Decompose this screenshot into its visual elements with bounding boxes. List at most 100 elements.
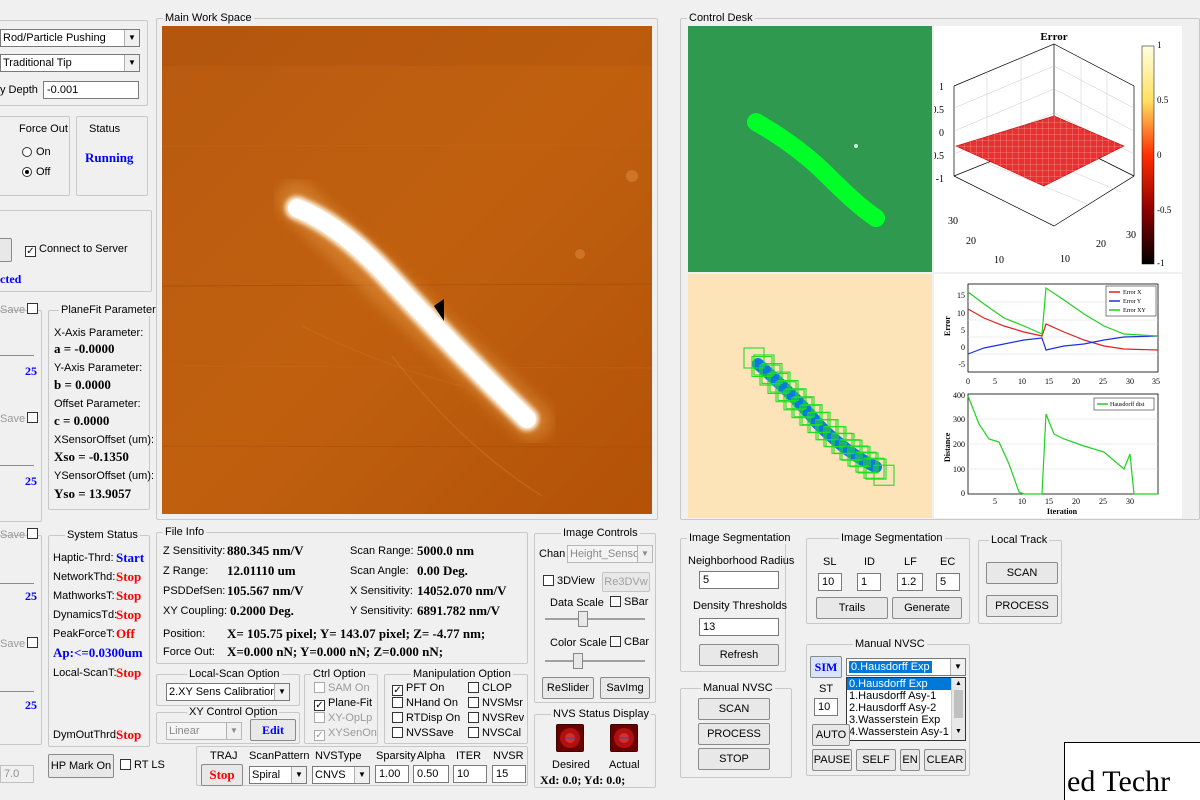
nvsrev-checkbox[interactable]: NVSRev bbox=[468, 712, 524, 725]
error-ytick-5: -5 bbox=[958, 360, 965, 369]
slider-track-4[interactable] bbox=[0, 691, 34, 692]
save-checkbox-1[interactable] bbox=[27, 303, 41, 316]
depth-input[interactable]: -0.001 bbox=[43, 81, 139, 99]
color-scale-slider[interactable] bbox=[545, 660, 645, 662]
save-checkbox-2[interactable] bbox=[27, 412, 41, 425]
tip-combo[interactable]: Traditional Tip ▼ bbox=[0, 54, 140, 72]
clop-checkbox[interactable]: CLOP bbox=[468, 682, 512, 695]
metric-option-0[interactable]: 0.Hausdorff Exp bbox=[847, 678, 951, 690]
alpha-label: Alpha bbox=[417, 750, 446, 762]
mode-combo[interactable]: Rod/Particle Pushing ▼ bbox=[0, 29, 140, 47]
local-track-process-button[interactable]: PROCESS bbox=[986, 595, 1058, 617]
color-scale-label: Color Scale bbox=[550, 637, 607, 649]
en-button[interactable]: EN bbox=[900, 749, 920, 771]
x-axis-label: X-Axis Parameter: bbox=[54, 327, 144, 339]
color-scale-thumb[interactable] bbox=[573, 653, 583, 669]
nvsc-stop-button[interactable]: STOP bbox=[698, 748, 770, 770]
metric-option-2[interactable]: 2.Hausdorff Asy-2 bbox=[847, 702, 965, 714]
distance-xlabel: Iteration bbox=[1047, 507, 1078, 516]
traj-stop-button[interactable]: Stop bbox=[201, 764, 243, 786]
sparsity-input[interactable]: 1.00 bbox=[375, 765, 409, 783]
lf-input[interactable]: 1.2 bbox=[897, 573, 923, 591]
rtdisp-on-checkbox[interactable]: RTDisp On bbox=[392, 712, 460, 725]
dropdown-scrollbar[interactable]: ▲ ▼ bbox=[951, 678, 965, 740]
metric-combo[interactable]: 0.Hausdorff Exp ▼ bbox=[846, 658, 966, 676]
nvsr-input[interactable]: 15 bbox=[492, 765, 526, 783]
rt-ls-label: RT LS bbox=[134, 759, 165, 771]
density-input[interactable]: 13 bbox=[699, 618, 779, 636]
metric-option-1[interactable]: 1.Hausdorff Asy-1 bbox=[847, 690, 965, 702]
generate-button[interactable]: Generate bbox=[892, 597, 962, 619]
iter-input[interactable]: 10 bbox=[453, 765, 487, 783]
local-track-scan-button[interactable]: SCAN bbox=[986, 562, 1058, 584]
force-off-radio[interactable]: Off bbox=[22, 166, 50, 179]
savimg-button[interactable]: SavImg bbox=[600, 677, 650, 699]
ec-input[interactable]: 5 bbox=[936, 573, 960, 591]
metric-option-4[interactable]: 4.Wasserstein Asy-1 bbox=[847, 726, 965, 738]
data-scale-thumb[interactable] bbox=[578, 611, 588, 627]
chan-combo[interactable]: Height_Sensor ▼ bbox=[567, 545, 653, 563]
sim-button[interactable]: SIM bbox=[810, 656, 842, 678]
reslider-button[interactable]: ReSlider bbox=[542, 677, 594, 699]
re3dvw-button[interactable]: Re3DVw bbox=[602, 572, 650, 592]
slider-track-2[interactable] bbox=[0, 465, 34, 466]
nvstype-value: CNVS bbox=[315, 769, 346, 781]
clear-button[interactable]: CLEAR bbox=[924, 749, 966, 771]
save-checkbox-3[interactable] bbox=[27, 528, 41, 541]
data-scale-slider[interactable] bbox=[545, 618, 645, 620]
nvsc-process-button[interactable]: PROCESS bbox=[698, 723, 770, 745]
refresh-button[interactable]: Refresh bbox=[699, 644, 779, 666]
nvscal-checkbox[interactable]: NVSCal bbox=[468, 727, 521, 740]
xy-oplp-checkbox[interactable]: XY-OpLp bbox=[314, 712, 372, 725]
nvssave-checkbox[interactable]: NVSSave bbox=[392, 727, 454, 740]
cbar-checkbox[interactable]: CBar bbox=[610, 636, 649, 649]
error-ytick-3: 5 bbox=[961, 326, 965, 335]
scan-pattern-combo[interactable]: Spiral ▼ bbox=[249, 766, 307, 784]
checkbox-icon bbox=[392, 697, 403, 708]
force-on-radio[interactable]: On bbox=[22, 146, 51, 159]
edit-button[interactable]: Edit bbox=[250, 719, 296, 741]
self-button[interactable]: SELF bbox=[856, 749, 896, 771]
scroll-down-icon[interactable]: ▼ bbox=[952, 726, 965, 738]
distance-ytick-3: 200 bbox=[953, 440, 965, 449]
scroll-up-icon[interactable]: ▲ bbox=[952, 678, 965, 690]
metric-dropdown-list[interactable]: 0.Hausdorff Exp 1.Hausdorff Asy-1 2.Haus… bbox=[846, 677, 966, 741]
logo-box: ed Techr bbox=[1064, 742, 1200, 800]
sl-input[interactable]: 10 bbox=[818, 573, 842, 591]
id-input[interactable]: 1 bbox=[857, 573, 881, 591]
nhand-on-checkbox[interactable]: NHand On bbox=[392, 697, 458, 710]
rt-ls-checkbox[interactable]: RT LS bbox=[120, 759, 165, 772]
3dview-checkbox[interactable]: 3DView bbox=[543, 575, 595, 588]
st-input[interactable]: 10 bbox=[814, 698, 838, 716]
connect-button[interactable] bbox=[0, 238, 12, 262]
alpha-input[interactable]: 0.50 bbox=[413, 765, 449, 783]
xysenon-checkbox[interactable]: ✓ XYSenOn bbox=[314, 727, 377, 741]
pft-on-checkbox[interactable]: ✓ PFT On bbox=[392, 682, 444, 696]
local-track-title: Local Track bbox=[989, 534, 1050, 546]
colorbar-tick-1: 1 bbox=[1157, 40, 1162, 50]
metric-option-3[interactable]: 3.Wasserstein Exp bbox=[847, 714, 965, 726]
nvsmsr-checkbox[interactable]: NVSMsr bbox=[468, 697, 523, 710]
afm-image[interactable] bbox=[162, 26, 652, 514]
connect-server-checkbox[interactable]: ✓ Connect to Server bbox=[25, 243, 128, 257]
hp-mark-button[interactable]: HP Mark On bbox=[48, 754, 114, 778]
xy-control-combo[interactable]: Linear ▼ bbox=[166, 722, 242, 740]
slider-track-1[interactable] bbox=[0, 355, 34, 356]
sbar-checkbox[interactable]: SBar bbox=[610, 596, 648, 609]
trails-button[interactable]: Trails bbox=[816, 597, 888, 619]
pause-button[interactable]: PAUSE bbox=[812, 749, 852, 771]
auto-button[interactable]: AUTO bbox=[812, 724, 850, 746]
save-checkbox-4[interactable] bbox=[27, 637, 41, 650]
neighborhood-input[interactable]: 5 bbox=[699, 571, 779, 589]
nvsc-scan-button[interactable]: SCAN bbox=[698, 698, 770, 720]
sam-on-checkbox[interactable]: SAM On bbox=[314, 682, 370, 695]
local-scan-combo[interactable]: 2.XY Sens Calibration ▼ bbox=[166, 683, 290, 701]
nvstype-combo[interactable]: CNVS ▼ bbox=[312, 766, 370, 784]
plane-fit-checkbox[interactable]: ✓ Plane-Fit bbox=[314, 697, 372, 711]
a-value: a = -0.0000 bbox=[54, 341, 115, 356]
distance-xtick-1: 5 bbox=[993, 497, 997, 506]
slider-track-3[interactable] bbox=[0, 583, 34, 584]
bottom-value-input[interactable]: 7.0 bbox=[0, 765, 34, 783]
st-label: ST bbox=[819, 683, 834, 695]
scroll-thumb[interactable] bbox=[954, 690, 963, 718]
